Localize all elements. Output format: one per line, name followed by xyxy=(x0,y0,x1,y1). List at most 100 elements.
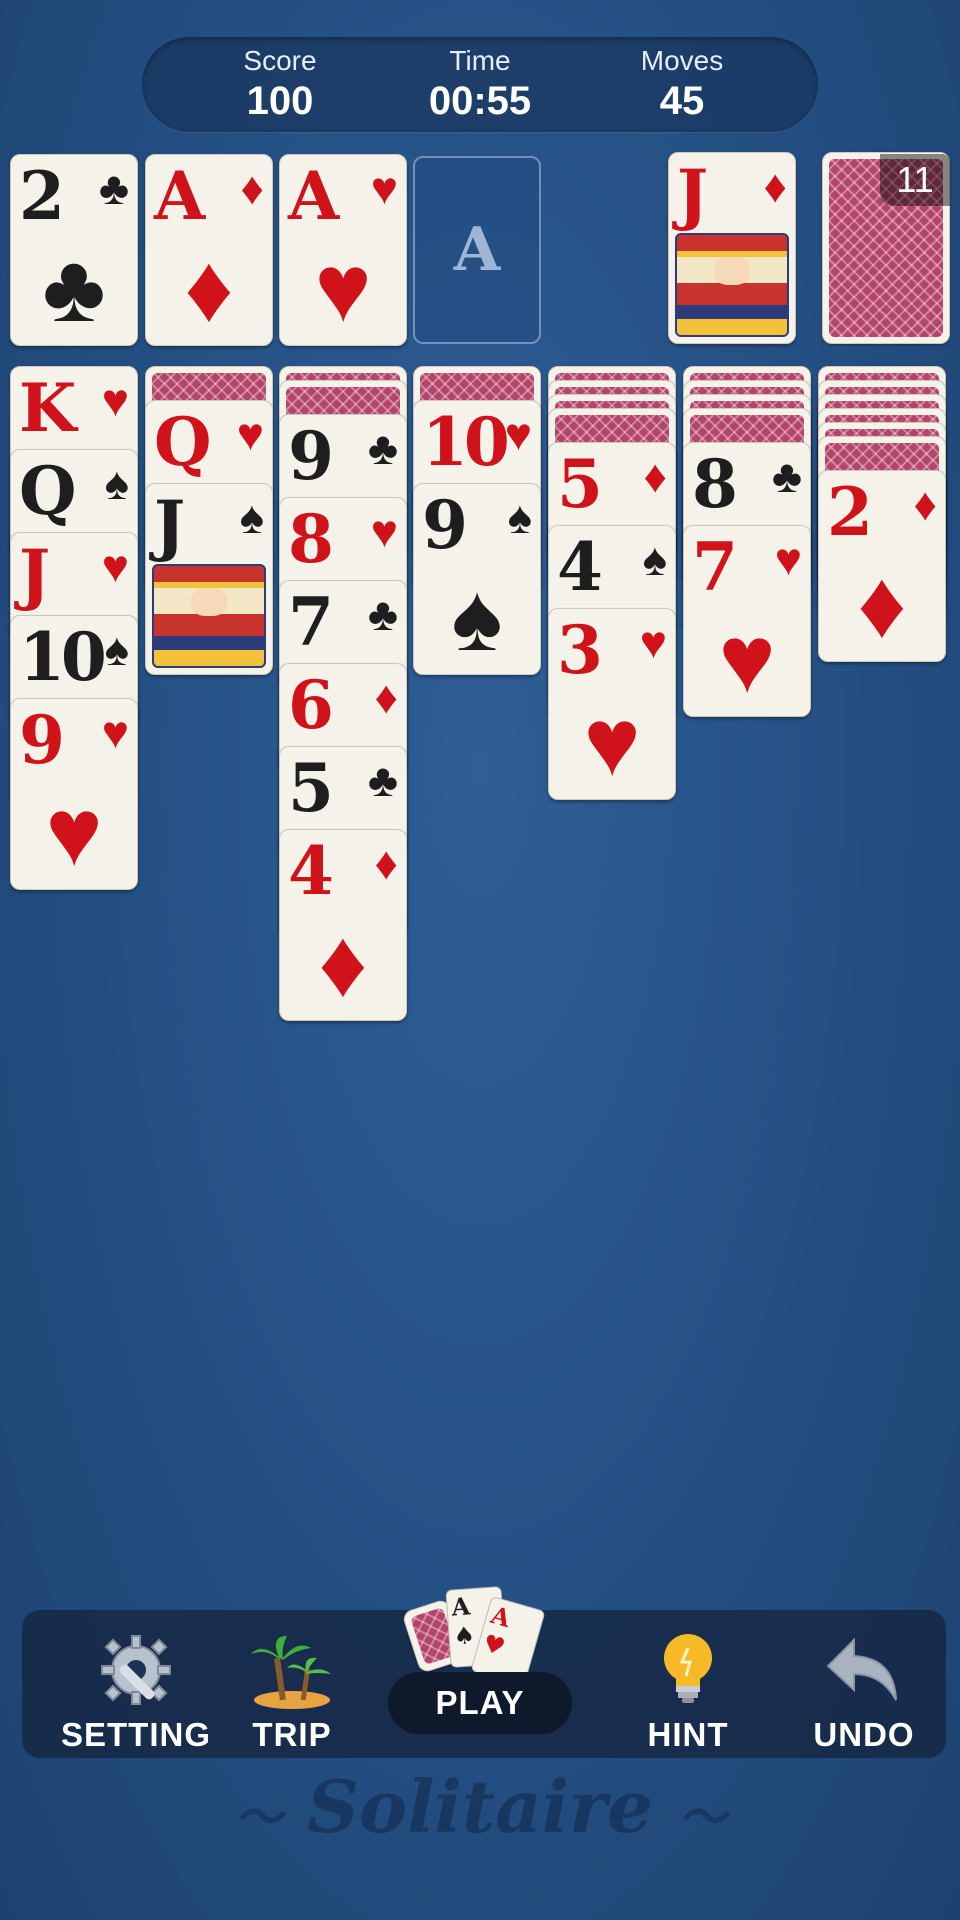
tableau-card[interactable]: 7 ♥ ♥ xyxy=(683,525,811,717)
heart-icon: ♥ xyxy=(479,1627,509,1662)
foundation-pile-1[interactable]: 2 ♣ ♣ xyxy=(10,154,138,346)
card-rank: 4 xyxy=(288,832,334,910)
lightbulb-icon xyxy=(598,1630,778,1710)
card-suit-large: ♦ xyxy=(184,235,234,342)
palm-island-icon xyxy=(202,1630,382,1710)
card-rank: 5 xyxy=(288,749,334,827)
card-suit-small: ♦ xyxy=(763,160,787,212)
card-suit-small: ♠ xyxy=(239,491,264,543)
tableau-card[interactable]: 9 ♥ ♥ xyxy=(10,698,138,890)
flourish-right-icon: 〜 xyxy=(677,1790,726,1846)
trip-label: TRIP xyxy=(252,1716,332,1753)
tableau-card[interactable]: J ♠ xyxy=(145,483,273,675)
play-card-rank-1: A xyxy=(450,1591,472,1622)
time-label: Time xyxy=(449,45,511,76)
tableau-card[interactable]: 4 ♦ ♦ xyxy=(279,829,407,1021)
card-rank: 8 xyxy=(288,500,334,578)
card-rank: Q xyxy=(154,403,211,481)
trip-button[interactable]: TRIP xyxy=(202,1630,382,1754)
undo-button[interactable]: UNDO xyxy=(774,1630,954,1754)
card-rank: 9 xyxy=(422,486,468,564)
card-suit-small: ♦ xyxy=(374,837,398,889)
undo-label: UNDO xyxy=(813,1716,915,1753)
card-suit-large: ♦ xyxy=(318,910,368,1017)
card-suit-small: ♥ xyxy=(370,505,398,557)
setting-button[interactable]: SETTING xyxy=(46,1630,226,1754)
spade-icon: ♠ xyxy=(452,1620,477,1651)
score-value: 100 xyxy=(246,79,314,123)
jack-face-art xyxy=(152,564,266,668)
tableau-card[interactable]: 9 ♠ ♠ xyxy=(413,483,541,675)
stock-count-badge: 11 xyxy=(880,154,950,206)
card-suit-small: ♦ xyxy=(643,450,667,502)
hint-label: HINT xyxy=(647,1716,729,1753)
card-rank: J xyxy=(154,486,185,564)
moves-value: 45 xyxy=(659,79,705,123)
card-suit-small: ♠ xyxy=(507,491,532,543)
card-suit-small: ♣ xyxy=(367,422,398,474)
time-stat: Time 00:55 xyxy=(400,45,560,124)
moves-label: Moves xyxy=(640,45,724,76)
card-rank: 10 xyxy=(422,403,510,481)
card-rank: 3 xyxy=(557,611,603,689)
foundation-pile-2[interactable]: A ♦ ♦ xyxy=(145,154,273,346)
foundation-pile-4-empty[interactable]: A xyxy=(413,156,541,344)
card-rank: 7 xyxy=(288,583,334,661)
card-suit-small: ♦ xyxy=(240,162,264,214)
card-suit-small: ♥ xyxy=(370,162,398,214)
card-suit-large: ♣ xyxy=(42,235,106,342)
tableau-card[interactable]: 2 ♦ ♦ xyxy=(818,470,946,662)
card-rank: A xyxy=(154,157,205,235)
foundation-pile-3[interactable]: A ♥ ♥ xyxy=(279,154,407,346)
card-rank: 4 xyxy=(557,528,603,606)
card-suit-small: ♥ xyxy=(639,616,667,668)
card-suit-small: ♦ xyxy=(374,671,398,723)
tableau-card[interactable]: 3 ♥ ♥ xyxy=(548,608,676,800)
card-suit-small: ♥ xyxy=(774,533,802,585)
card-rank: 2 xyxy=(19,157,65,235)
flourish-left-icon: 〜 xyxy=(234,1790,283,1846)
card-suit-large: ♦ xyxy=(857,551,907,658)
card-suit-small: ♠ xyxy=(642,533,667,585)
card-suit-small: ♦ xyxy=(913,478,937,530)
card-rank: A xyxy=(288,157,339,235)
waste-pile[interactable]: J ♦ xyxy=(668,152,796,344)
card-rank: 2 xyxy=(827,473,873,551)
setting-label: SETTING xyxy=(60,1716,211,1753)
logo-text: Solitaire xyxy=(307,1764,653,1849)
hint-button[interactable]: HINT xyxy=(598,1630,778,1754)
card-suit-small: ♥ xyxy=(236,408,264,460)
card-suit-large: ♠ xyxy=(451,564,503,671)
gear-wrench-icon xyxy=(46,1630,226,1710)
card-suit-large: ♥ xyxy=(718,606,776,713)
card-suit-small: ♥ xyxy=(101,706,129,758)
card-rank: 9 xyxy=(19,701,65,779)
card-rank: J xyxy=(19,535,50,613)
jack-face-art xyxy=(675,233,789,337)
moves-stat: Moves 45 xyxy=(602,45,762,124)
empty-slot-label: A xyxy=(453,215,501,285)
card-rank: 8 xyxy=(692,445,738,523)
card-rank: 10 xyxy=(19,618,107,696)
score-label: Score xyxy=(243,45,317,76)
play-cards-icon[interactable]: A ♠ A ♥ xyxy=(401,1584,558,1687)
card-rank: 6 xyxy=(288,666,334,744)
card-suit-small: ♣ xyxy=(367,588,398,640)
undo-arrow-icon xyxy=(774,1630,954,1710)
card-suit-small: ♥ xyxy=(504,408,532,460)
card-suit-large: ♥ xyxy=(314,235,372,342)
card-suit-small: ♣ xyxy=(367,754,398,806)
card-rank: 5 xyxy=(557,445,603,523)
card-rank: K xyxy=(19,369,76,447)
card-suit-small: ♥ xyxy=(101,374,129,426)
card-suit-large: ♥ xyxy=(583,689,641,796)
time-value: 00:55 xyxy=(428,79,532,123)
card-rank: 9 xyxy=(288,417,334,495)
play-button[interactable]: PLAY xyxy=(388,1672,572,1734)
card-suit-small: ♥ xyxy=(101,540,129,592)
card-suit-small: ♣ xyxy=(771,450,802,502)
card-suit-small: ♣ xyxy=(98,162,129,214)
card-rank: 7 xyxy=(692,528,738,606)
card-rank: Q xyxy=(19,452,76,530)
card-rank: J xyxy=(677,155,708,233)
